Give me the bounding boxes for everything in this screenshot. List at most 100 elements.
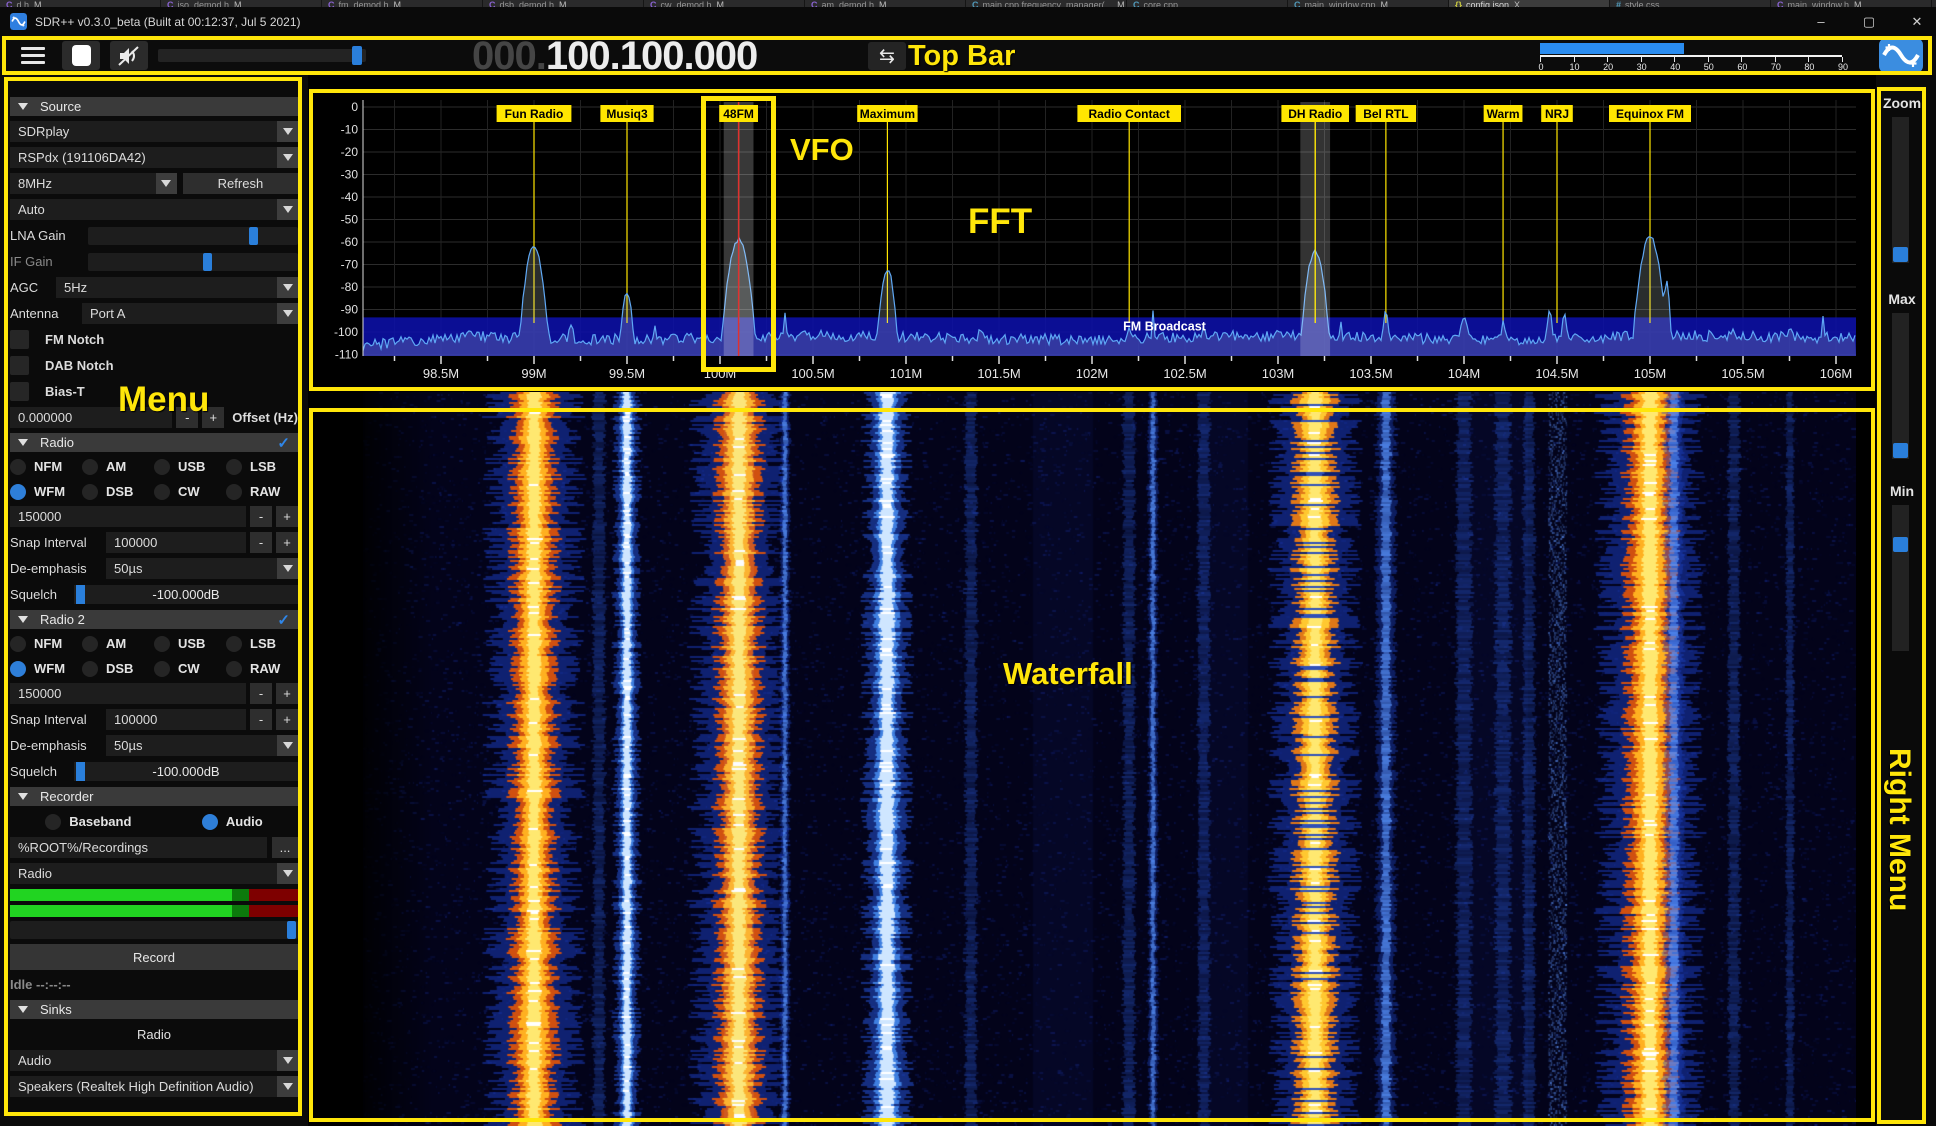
station-label-nrj[interactable]: NRJ (1541, 105, 1573, 122)
dropdown-de-emphasis[interactable]: 50µs (106, 558, 298, 579)
editor-tab-main-window-cpp[interactable]: Cmain_window.cppM (1288, 0, 1449, 7)
mode-radio-wfm[interactable]: WFM (10, 659, 82, 678)
mode-radio-am[interactable]: AM (82, 457, 154, 476)
refresh-button[interactable]: Refresh (183, 173, 298, 194)
radio-circle-icon[interactable] (226, 484, 242, 500)
dropdown-speakers-realtek-high-definition-audio[interactable]: Speakers (Realtek High Definition Audio) (10, 1076, 298, 1097)
volume-slider-handle[interactable] (352, 46, 362, 65)
radio-circle-icon[interactable] (226, 661, 242, 677)
radio-circle-icon[interactable] (154, 459, 170, 475)
dropdown-antenna[interactable]: Port A (82, 303, 298, 324)
frequency-display[interactable]: 000.100.100.000 (472, 34, 757, 79)
dropdown-8mhz[interactable]: 8MHz (10, 173, 177, 194)
station-label-musiq3[interactable]: Musiq3 (600, 105, 653, 122)
minimize-button[interactable]: – (1810, 14, 1832, 29)
checkbox-row-fm-notch[interactable]: FM Notch (10, 329, 298, 350)
min-slider-handle[interactable] (1893, 537, 1908, 552)
waterfall-display[interactable] (308, 392, 1876, 1126)
editor-tab-main-window-h[interactable]: Cmain_window.hM (1771, 0, 1932, 7)
section-header-radio-2[interactable]: Radio 2✓ (10, 610, 298, 629)
radio-circle-icon[interactable] (82, 459, 98, 475)
squelch-slider[interactable]: -100.000dB (74, 762, 298, 781)
radio-circle-icon[interactable] (82, 661, 98, 677)
radio-circle-icon[interactable] (10, 636, 26, 652)
dropdown-auto[interactable]: Auto (10, 199, 298, 220)
station-label-fun-radio[interactable]: Fun Radio (497, 105, 572, 122)
checkbox-bias-t[interactable] (10, 382, 29, 401)
min-slider[interactable] (1892, 505, 1909, 651)
editor-tab-iso-demod-h[interactable]: Ciso_demod.hM (161, 0, 322, 7)
mode-radio-lsb[interactable]: LSB (226, 634, 298, 653)
mode-radio-cw[interactable]: CW (154, 659, 226, 678)
editor-tab-config-json[interactable]: {}config.jsonX (1449, 0, 1610, 7)
editor-tab-style-css[interactable]: #style.css (1610, 0, 1771, 7)
mode-radio-usb[interactable]: USB (154, 634, 226, 653)
radio-circle-icon[interactable] (82, 636, 98, 652)
radio-circle-icon[interactable] (82, 484, 98, 500)
offset-decrement-button[interactable]: - (176, 407, 198, 428)
dropdown-audio[interactable]: Audio (10, 1050, 298, 1071)
mode-radio-nfm[interactable]: NFM (10, 634, 82, 653)
bandwidth-input[interactable]: 150000 (10, 683, 246, 704)
mode-radio-cw[interactable]: CW (154, 482, 226, 501)
offset-increment-button[interactable]: + (202, 407, 224, 428)
slider-lna-gain[interactable] (88, 227, 298, 245)
mute-button[interactable] (110, 41, 148, 70)
editor-tab-am-demod-h[interactable]: Cam_demod.hM (805, 0, 966, 7)
input-snap-interval[interactable]: 100000 (106, 532, 246, 553)
editor-tab-main-cpp-frequency-manager[interactable]: Cmain.cpp frequency_manager(...M (966, 0, 1127, 7)
station-label-bel-rtl[interactable]: Bel RTL (1356, 105, 1416, 122)
radio-circle-icon[interactable] (202, 814, 218, 830)
mode-radio-nfm[interactable]: NFM (10, 457, 82, 476)
increment-button[interactable]: + (276, 532, 298, 553)
recorder-volume-slider[interactable] (10, 921, 298, 939)
radio-circle-icon[interactable] (154, 661, 170, 677)
section-header-recorder[interactable]: Recorder (10, 787, 298, 806)
record-button[interactable]: Record (10, 944, 298, 970)
section-header-source[interactable]: Source (10, 97, 298, 116)
decrement-button[interactable]: - (250, 506, 272, 527)
slider-handle[interactable] (249, 227, 258, 245)
fft-plot[interactable]: FM BroadcastFun RadioMusiq348FMMaximumRa… (308, 75, 1876, 392)
station-label-radio-contact[interactable]: Radio Contact (1077, 105, 1181, 122)
dropdown-rspdx-191106da42[interactable]: RSPdx (191106DA42) (10, 147, 298, 168)
maximize-button[interactable]: ▢ (1858, 14, 1880, 30)
increment-button[interactable]: + (276, 506, 298, 527)
zoom-slider[interactable] (1892, 117, 1909, 263)
radio-circle-icon[interactable] (10, 661, 26, 677)
increment-button[interactable]: + (276, 683, 298, 704)
browse-button[interactable]: ... (272, 837, 298, 858)
stop-button[interactable] (62, 41, 100, 70)
volume-slider[interactable] (158, 49, 366, 62)
decrement-button[interactable]: - (250, 709, 272, 730)
enabled-check-icon[interactable]: ✓ (277, 611, 290, 629)
input-snap-interval[interactable]: 100000 (106, 709, 246, 730)
section-header-sinks[interactable]: Sinks (10, 1000, 298, 1019)
mode-radio-raw[interactable]: RAW (226, 659, 298, 678)
enabled-check-icon[interactable]: ✓ (277, 434, 290, 452)
radio-circle-icon[interactable] (154, 484, 170, 500)
dropdown-sdrplay[interactable]: SDRplay (10, 121, 298, 142)
slider-if-gain[interactable] (88, 253, 298, 271)
menu-toggle-button[interactable] (14, 42, 52, 69)
dropdown-de-emphasis[interactable]: 50µs (106, 735, 298, 756)
mode-radio-raw[interactable]: RAW (226, 482, 298, 501)
checkbox-dab-notch[interactable] (10, 356, 29, 375)
station-label-warm[interactable]: Warm (1484, 105, 1523, 122)
waterfall-canvas[interactable] (363, 392, 1856, 1126)
fft-display[interactable]: FM BroadcastFun RadioMusiq348FMMaximumRa… (308, 75, 1876, 392)
bandwidth-input[interactable]: 150000 (10, 506, 246, 527)
editor-tab-cw-demod-h[interactable]: Ccw_demod.hM (644, 0, 805, 7)
mode-radio-dsb[interactable]: DSB (82, 659, 154, 678)
radio-circle-icon[interactable] (226, 636, 242, 652)
radio-circle-icon[interactable] (10, 459, 26, 475)
editor-tab-fm-demod-h[interactable]: Cfm_demod.hM (322, 0, 483, 7)
squelch-slider[interactable]: -100.000dB (74, 585, 298, 604)
slider-handle[interactable] (203, 253, 212, 271)
radio-circle-icon[interactable] (45, 814, 61, 830)
dropdown-radio[interactable]: Radio (10, 863, 298, 884)
radio-circle-icon[interactable] (10, 484, 26, 500)
decrement-button[interactable]: - (250, 683, 272, 704)
recorder-mode-audio[interactable]: Audio (202, 812, 263, 831)
editor-tab-d-h[interactable]: Cd.hM (0, 0, 161, 7)
